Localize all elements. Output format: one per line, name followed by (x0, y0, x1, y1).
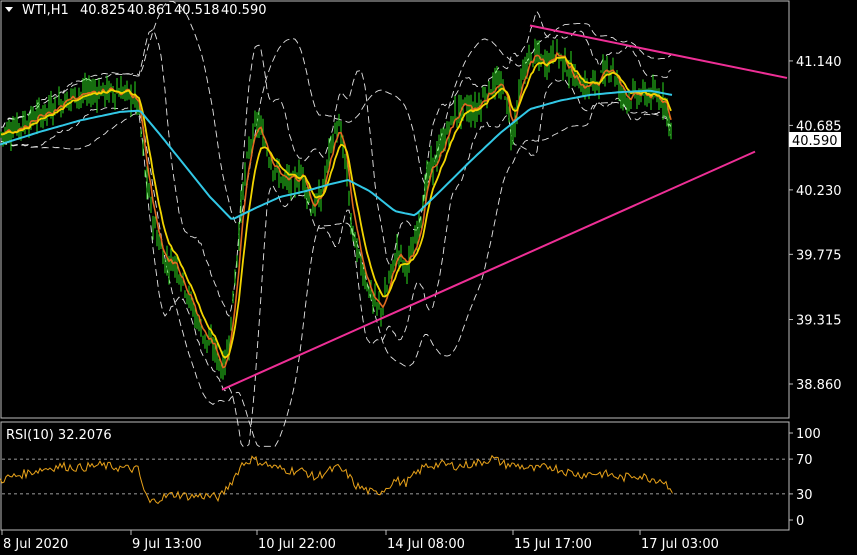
collapse-triangle-icon[interactable] (5, 7, 13, 12)
trading-chart: 41.140 40.685 40.230 39.775 39.315 38.860 100 7… (0, 0, 857, 555)
time-tick-label: 10 Jul 22:00 (258, 537, 336, 552)
band-lower-inner (0, 79, 672, 447)
time-tick-label: 14 Jul 08:00 (387, 537, 465, 552)
rsi-line (0, 454, 673, 505)
rsi-tick-label: 70 (796, 453, 813, 468)
chart-canvas[interactable]: 41.14040.68540.23039.77539.31538.8601007… (0, 0, 857, 555)
header-low: 40.518 (174, 3, 220, 18)
header-symbol: WTI,H1 (22, 3, 69, 18)
ma-fast-line (1, 51, 672, 369)
time-tick-label: 9 Jul 13:00 (132, 537, 202, 552)
time-tick-label: 15 Jul 17:00 (514, 537, 592, 552)
price-tick-label: 39.315 (796, 314, 842, 329)
moving-averages (0, 51, 673, 369)
ma-mid-line (1, 56, 672, 359)
main-panel-frame (0, 0, 790, 419)
price-tick-label: 39.775 (796, 248, 842, 263)
support-trendline[interactable] (221, 150, 756, 391)
time-tick-label: 17 Jul 03:00 (641, 537, 719, 552)
rsi-label: RSI(10) 32.2076 (6, 428, 112, 443)
price-tick-label: 41.140 (796, 55, 842, 70)
header-high: 40.861 (127, 3, 173, 18)
time-tick-label: 8 Jul 2020 (3, 537, 68, 552)
rsi-panel-frame (0, 421, 790, 531)
rsi-tick-label: 100 (796, 427, 821, 442)
price-tick-label: 40.230 (796, 184, 842, 199)
axes: 41.14040.68540.23039.77539.31538.8601007… (1, 55, 842, 552)
rsi-tick-label: 0 (796, 514, 804, 529)
candles (0, 38, 672, 380)
rsi-tick-label: 30 (796, 488, 813, 503)
header-open: 40.825 (80, 3, 126, 18)
header-close: 40.590 (221, 3, 267, 18)
price-tag: 40.590 (792, 134, 838, 149)
price-tick-label: 38.860 (796, 378, 842, 393)
rsi-indicator (0, 454, 788, 505)
